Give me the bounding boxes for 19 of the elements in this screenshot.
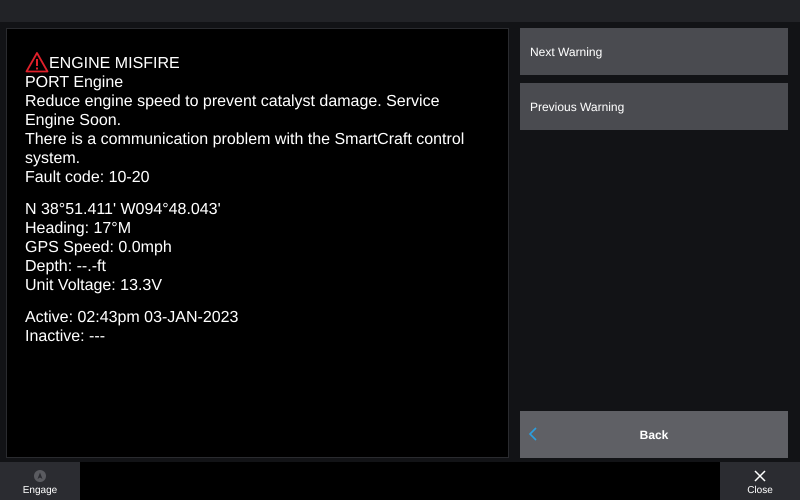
warning-text: PORT Engine (25, 73, 124, 92)
warning-text: Depth: --.-ft (25, 257, 107, 276)
back-button[interactable]: Back (520, 411, 788, 458)
warning-text: N 38°51.411' W094°48.043' (25, 200, 222, 219)
warning-nav-button[interactable]: Previous Warning (520, 83, 788, 130)
warning-text: Unit Voltage: 13.3V (25, 276, 163, 295)
close-icon (754, 470, 766, 482)
close-button[interactable]: Close (720, 462, 800, 500)
warning-text: Reduce engine speed to prevent catalyst damage. Service Engine Soon. (25, 92, 440, 130)
warning-title: ENGINE MISFIRE (49, 54, 180, 73)
chevron-left-icon (528, 427, 538, 441)
warning-text: Heading: 17°M (25, 219, 132, 238)
warning-icon (25, 51, 49, 73)
warning-text: There is a communication problem with the SmartCraft control system. (25, 130, 466, 168)
warning-text: GPS Speed: 0.0mph (25, 238, 173, 257)
warning-text: Active: 02:43pm 03-JAN-2023 (25, 308, 240, 327)
warning-nav-button[interactable]: Next Warning (520, 28, 788, 75)
warning-text: Inactive: --- (25, 327, 106, 346)
warning-text: Fault code: 10-20 (25, 168, 151, 187)
